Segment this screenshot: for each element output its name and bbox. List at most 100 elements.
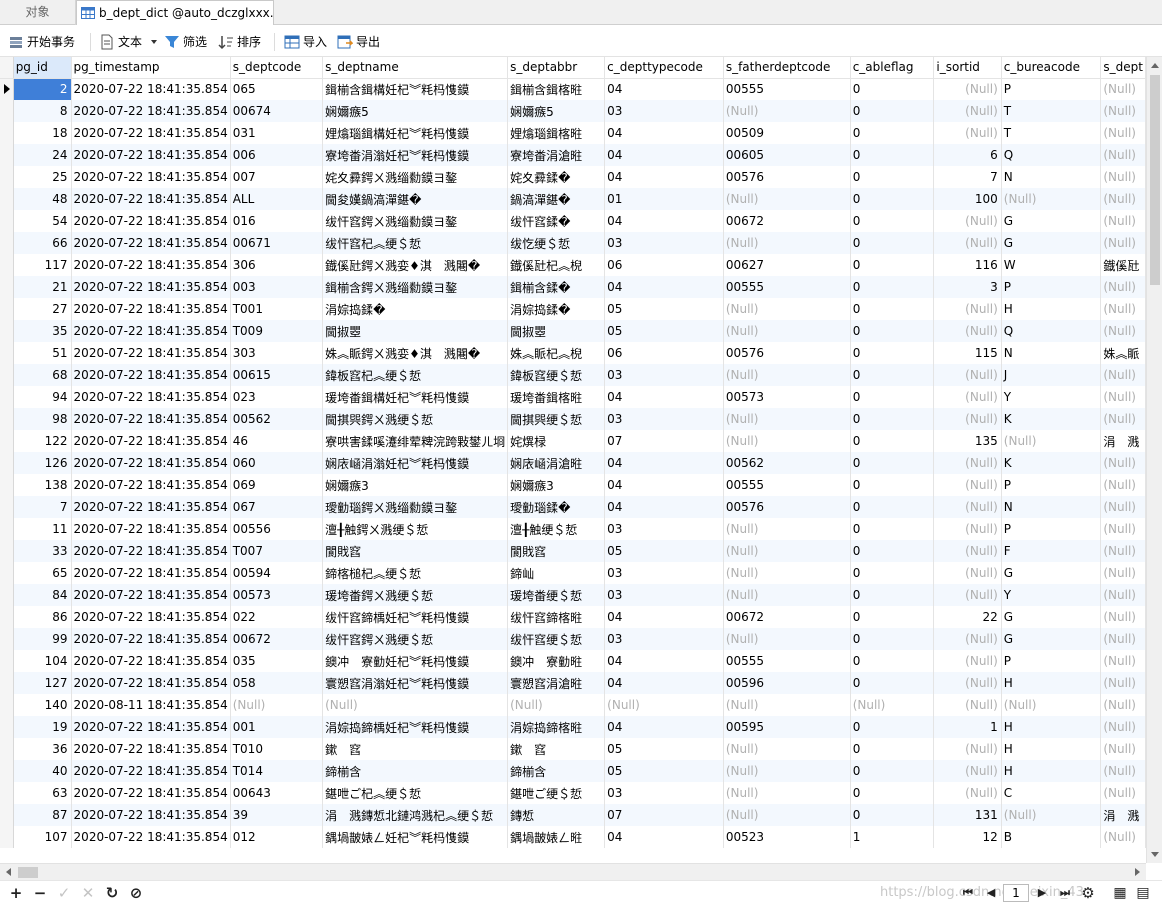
cell-c-ableflag[interactable]: 0 xyxy=(850,144,935,166)
cell-s-dept[interactable]: (Null) xyxy=(1100,738,1146,760)
scroll-up-icon[interactable] xyxy=(1151,63,1159,68)
cell-c-depttypecode[interactable]: 04 xyxy=(604,452,724,474)
cell-s-deptcode[interactable]: 306 xyxy=(230,254,324,276)
row-header[interactable] xyxy=(0,562,14,584)
row-header[interactable] xyxy=(0,496,14,518)
cell-c-ableflag[interactable]: 0 xyxy=(850,408,935,430)
table-row[interactable]: 27 2020-07-22 18:41:35.854 T001 涓婃捣鍒� 涓婃捣鍒� 0… xyxy=(0,298,1146,320)
cell-s-dept[interactable]: (Null) xyxy=(1100,628,1146,650)
row-header[interactable] xyxy=(0,518,14,540)
table-row[interactable]: 117 2020-07-22 18:41:35.854 306 鐡傒瓧鍔ㄨ溅娈♦淇 溅… xyxy=(0,254,1146,276)
cell-s-deptname[interactable]: 鐭冲 寮勭妊杞︾粍杩愯鏌 xyxy=(322,650,509,672)
cell-s-dept[interactable]: (Null) xyxy=(1100,276,1146,298)
begin-transaction-button[interactable]: 开始事务 xyxy=(8,32,88,52)
column-header-s-deptname[interactable]: s_deptname xyxy=(322,57,509,79)
row-header[interactable] xyxy=(0,276,14,298)
cell-s-deptabbr[interactable]: 涓婃捣鍒� xyxy=(507,298,606,320)
column-header-s-fatherdeptcode[interactable]: s_fatherdeptcode xyxy=(723,57,851,79)
cell-s-deptabbr[interactable]: 娴嬭瘯3 xyxy=(507,474,606,496)
cell-pg-timestamp[interactable]: 2020-07-22 18:41:35.854 xyxy=(71,210,231,232)
cell-s-deptcode[interactable]: 303 xyxy=(230,342,324,364)
next-page-icon[interactable]: ▶ xyxy=(1034,885,1050,901)
row-header[interactable] xyxy=(0,716,14,738)
cell-s-deptabbr[interactable]: 鍏板窞绠＄悊 xyxy=(507,364,606,386)
cell-s-fatherdeptcode[interactable]: 00576 xyxy=(723,166,851,188)
cell-s-deptabbr[interactable]: 娌熻瑙鍓楁暀 xyxy=(507,122,606,144)
cell-pg-timestamp[interactable]: 2020-07-22 18:41:35.854 xyxy=(71,496,231,518)
table-row[interactable]: 68 2020-07-22 18:41:35.854 00615 鍏板窞杞︽绠＄悊 鍏板… xyxy=(0,364,1146,386)
cell-i-sortid[interactable]: 115 xyxy=(933,342,1002,364)
cell-s-deptname[interactable]: 鍗楁槌杞︽绠＄悊 xyxy=(322,562,509,584)
cell-s-deptabbr[interactable]: 閫掓瞾 xyxy=(507,320,606,342)
cell-s-fatherdeptcode[interactable]: 00523 xyxy=(723,826,851,848)
cell-pg-id[interactable]: 138 xyxy=(13,474,72,496)
table-row[interactable]: 65 2020-07-22 18:41:35.854 00594 鍗楁槌杞︽绠＄悊 鍗屾… xyxy=(0,562,1146,584)
cell-c-ableflag[interactable]: 0 xyxy=(850,100,935,122)
cell-pg-timestamp[interactable]: 2020-07-22 18:41:35.854 xyxy=(71,804,231,826)
cell-c-bureacode[interactable]: H xyxy=(1001,760,1102,782)
text-button[interactable]: 文本 xyxy=(99,32,161,52)
table-row[interactable]: 8 2020-07-22 18:41:35.854 00674 娴嬭瘯5 娴嬭瘯5 03(… xyxy=(0,100,1146,122)
cell-s-deptabbr[interactable]: 瑗垮畨绠＄悊 xyxy=(507,584,606,606)
cell-s-dept[interactable]: (Null) xyxy=(1100,386,1146,408)
cell-c-ableflag[interactable]: 0 xyxy=(850,474,935,496)
cell-s-deptcode[interactable]: 031 xyxy=(230,122,324,144)
cell-i-sortid[interactable]: (Null) xyxy=(933,540,1002,562)
cell-c-ableflag[interactable]: 0 xyxy=(850,78,935,100)
cell-s-fatherdeptcode[interactable]: (Null) xyxy=(723,408,851,430)
cell-c-ableflag[interactable]: 0 xyxy=(850,320,935,342)
row-header[interactable] xyxy=(0,628,14,650)
filter-button[interactable]: 筛选 xyxy=(164,32,214,52)
cell-c-ableflag[interactable]: 0 xyxy=(850,232,935,254)
cell-s-deptname[interactable]: 涓婃捣鍗楀妊杞︾粍杩愯鏌 xyxy=(322,716,509,738)
row-header[interactable] xyxy=(0,430,14,452)
cell-pg-id[interactable]: 66 xyxy=(13,232,72,254)
cell-s-deptname[interactable]: 璦勭瑙鍔ㄨ溅缁勬鏌ヨ鏊 xyxy=(322,496,509,518)
cell-s-fatherdeptcode[interactable]: 00595 xyxy=(723,716,851,738)
table-row[interactable]: 126 2020-07-22 18:41:35.854 060 娴庡崡涓滃妊杞︾粍杩愯… xyxy=(0,452,1146,474)
horizontal-scrollbar[interactable] xyxy=(0,863,1146,880)
cell-pg-timestamp[interactable]: 2020-07-22 18:41:35.854 xyxy=(71,100,231,122)
cell-s-deptabbr[interactable]: 绂忓窞鍒� xyxy=(507,210,606,232)
cell-s-fatherdeptcode[interactable]: 00672 xyxy=(723,606,851,628)
cell-s-deptname[interactable]: 涓婃捣鍒� xyxy=(322,298,509,320)
cell-s-deptabbr[interactable]: 鍝堝皵婊ㄥ暀 xyxy=(507,826,606,848)
cell-s-deptcode[interactable]: ALL xyxy=(230,188,324,210)
cell-pg-timestamp[interactable]: 2020-07-22 18:41:35.854 xyxy=(71,782,231,804)
cell-s-dept[interactable]: (Null) xyxy=(1100,826,1146,848)
table-row[interactable]: 11 2020-07-22 18:41:35.854 00556 澶╂触鍔ㄨ溅绠＄悊澶… xyxy=(0,518,1146,540)
cell-pg-timestamp[interactable]: 2020-07-22 18:41:35.854 xyxy=(71,320,231,342)
cell-s-deptname[interactable]: 寮垮畨涓滃妊杞︾粍杩愯鏌 xyxy=(322,144,509,166)
cell-s-deptcode[interactable]: 012 xyxy=(230,826,324,848)
cell-s-deptabbr[interactable]: 姹熼椂 xyxy=(507,430,606,452)
cell-s-deptcode[interactable]: 00562 xyxy=(230,408,324,430)
row-header[interactable] xyxy=(0,694,14,716)
cell-pg-timestamp[interactable]: 2020-07-22 18:41:35.854 xyxy=(71,628,231,650)
cell-pg-timestamp[interactable]: 2020-07-22 18:41:35.854 xyxy=(71,738,231,760)
cell-s-fatherdeptcode[interactable]: (Null) xyxy=(723,320,851,342)
cell-pg-id[interactable]: 11 xyxy=(13,518,72,540)
row-header[interactable] xyxy=(0,760,14,782)
cell-s-dept[interactable]: (Null) xyxy=(1100,540,1146,562)
cell-c-depttypecode[interactable]: 03 xyxy=(604,584,724,606)
cell-s-deptcode[interactable]: 39 xyxy=(230,804,324,826)
cell-s-fatherdeptcode[interactable]: (Null) xyxy=(723,738,851,760)
row-header[interactable] xyxy=(0,364,14,386)
cell-pg-timestamp[interactable]: 2020-07-22 18:41:35.854 xyxy=(71,232,231,254)
cell-c-bureacode[interactable]: Q xyxy=(1001,320,1102,342)
cell-pg-id[interactable]: 18 xyxy=(13,122,72,144)
form-view-icon[interactable]: ▤ xyxy=(1135,885,1151,901)
cell-s-deptcode[interactable]: 00674 xyxy=(230,100,324,122)
scroll-left-icon[interactable] xyxy=(6,868,11,876)
column-header-s-deptcode[interactable]: s_deptcode xyxy=(230,57,324,79)
cell-s-deptcode[interactable]: 065 xyxy=(230,78,324,100)
cell-c-depttypecode[interactable]: 04 xyxy=(604,78,724,100)
cell-s-deptname[interactable]: 绂忓窞鍗楀妊杞︾粍杩愯鏌 xyxy=(322,606,509,628)
row-header[interactable] xyxy=(0,408,14,430)
cell-s-deptcode[interactable]: 067 xyxy=(230,496,324,518)
table-row[interactable]: 127 2020-07-22 18:41:35.854 058 寰愬窞涓滃妊杞︾粍杩愯… xyxy=(0,672,1146,694)
row-header[interactable] xyxy=(0,738,14,760)
table-row[interactable]: 107 2020-07-22 18:41:35.854 012 鍝堝皵婊ㄥ妊杞︾粍杩愯… xyxy=(0,826,1146,848)
row-header[interactable] xyxy=(0,78,14,100)
table-row[interactable]: 94 2020-07-22 18:41:35.854 023 瑗垮畨鍓構妊杞︾粍杩愯鏌… xyxy=(0,386,1146,408)
